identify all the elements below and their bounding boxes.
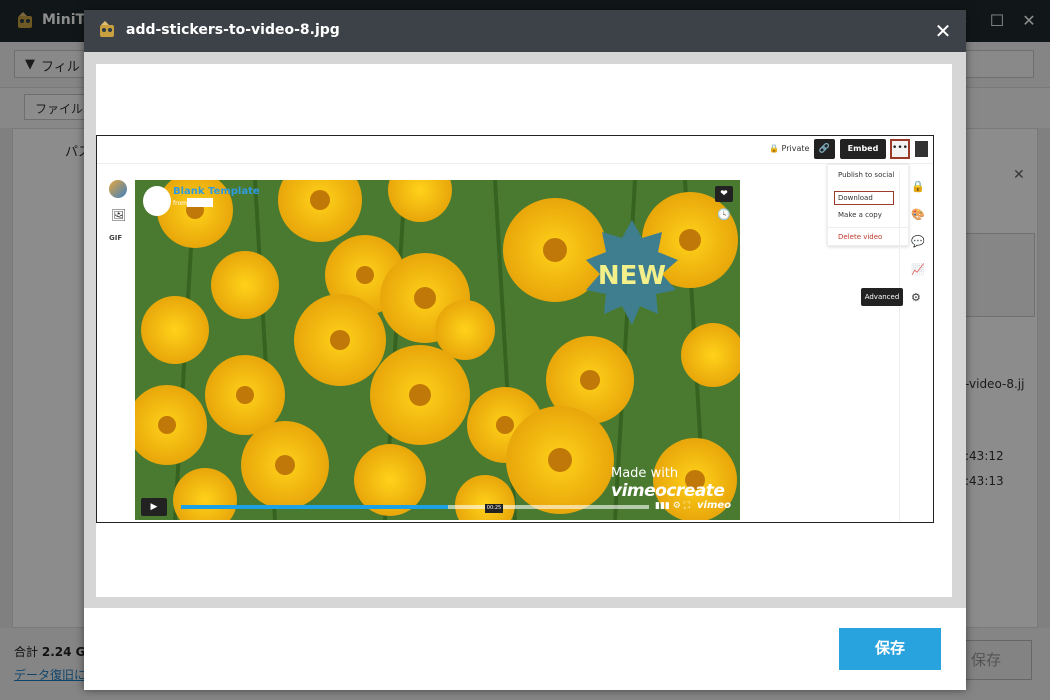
video-title: Blank Template [173, 186, 260, 197]
clock-icon: 🕓 [717, 208, 731, 221]
link-icon: 🔗 [814, 139, 835, 159]
lock-icon: 🔒 [911, 180, 925, 193]
more-options-menu: Publish to social Download Make a copy D… [827, 164, 909, 246]
embed-button: Embed [840, 139, 886, 159]
video-time: 00:25 [485, 504, 503, 513]
image-canvas: 🔒 Private 🔗 Embed ••• 🖼 GIF NEW Blank Te… [96, 64, 952, 597]
vimeo-logo: vimeo [697, 500, 732, 511]
close-icon[interactable]: ✕ [928, 16, 958, 46]
progress-fill [181, 505, 448, 509]
save-button[interactable]: 保存 [839, 628, 941, 670]
gear-icon: ⚙ [911, 291, 921, 304]
gif-icon: GIF [109, 234, 123, 242]
video-from-label: from [173, 200, 187, 207]
preview-dialog: add-stickers-to-video-8.jpg ✕ 🔒 Private … [84, 10, 966, 690]
menu-item-copy: Make a copy [838, 211, 882, 219]
comment-icon: 💬 [911, 235, 925, 248]
video-page-toolbar: 🔒 Private 🔗 Embed ••• [97, 136, 933, 164]
menu-divider [828, 227, 908, 228]
dialog-title: add-stickers-to-video-8.jpg [126, 22, 340, 38]
image-preview-area: 🔒 Private 🔗 Embed ••• 🖼 GIF NEW Blank Te… [84, 52, 966, 608]
video-controls: ▶ 00:25 ▮▮▮ ⚙ ⛶ vimeo [135, 494, 740, 520]
right-rail: 🔒 🎨 💬 📈 ⚙ [899, 171, 933, 521]
dialog-header: add-stickers-to-video-8.jpg ✕ [84, 10, 966, 52]
dialog-footer: 保存 [84, 608, 966, 690]
video-frame: NEW Blank Template from ❤ 🕓 Made with vi… [135, 180, 740, 520]
image-icon: 🖼 [111, 208, 127, 222]
channel-avatar [143, 186, 171, 216]
volume-settings-icons: ▮▮▮ ⚙ ⛶ [655, 501, 690, 511]
private-label: 🔒 Private [769, 144, 810, 153]
app-logo-icon [100, 21, 114, 37]
stats-icon: 📈 [911, 263, 925, 276]
play-icon: ▶ [141, 498, 167, 516]
avatar [109, 180, 127, 198]
more-options-icon: ••• [890, 139, 910, 159]
advanced-tooltip: Advanced [861, 288, 903, 306]
thumbnail-icon [915, 141, 928, 157]
menu-item-publish: Publish to social [838, 171, 895, 179]
redacted-author [187, 198, 213, 207]
made-with-label: Made with [611, 466, 679, 481]
preview-image: 🔒 Private 🔗 Embed ••• 🖼 GIF NEW Blank Te… [96, 135, 934, 523]
heart-icon: ❤ [715, 186, 733, 202]
palette-icon: 🎨 [911, 208, 925, 221]
new-badge: NEW [598, 261, 666, 291]
progress-track: 00:25 [181, 504, 649, 513]
menu-item-delete: Delete video [838, 233, 883, 241]
menu-item-download: Download [834, 191, 894, 205]
